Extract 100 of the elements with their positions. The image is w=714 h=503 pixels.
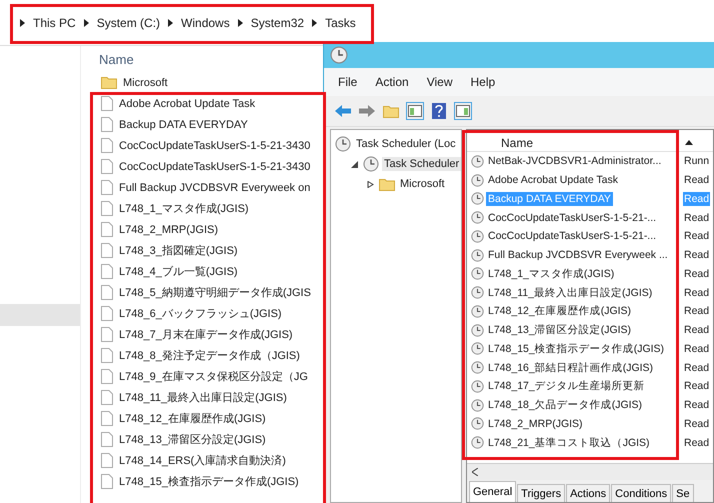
tab[interactable]: Actions xyxy=(566,484,610,502)
task-name[interactable]: L748_11_最終入出庫日設定(JGIS) xyxy=(486,284,654,301)
file-name[interactable]: L748_12_在庫履歴作成(JGIS) xyxy=(119,411,266,426)
task-name[interactable]: L748_18_欠品データ作成(JGIS) xyxy=(486,397,644,414)
clock-icon xyxy=(471,230,484,243)
action-pane-button[interactable] xyxy=(454,102,472,120)
task-status: Read xyxy=(683,323,710,338)
task-name[interactable]: L748_21_基準コスト取込（JGIS) xyxy=(486,434,652,451)
pane-icon xyxy=(408,105,422,117)
chevron-icon xyxy=(238,18,243,26)
file-name[interactable]: L748_7_月末在庫データ作成(JGIS) xyxy=(119,327,293,342)
file-icon xyxy=(101,474,113,489)
task-name[interactable]: CocCocUpdateTaskUserS-1-5-21-... xyxy=(486,210,658,225)
folder-name[interactable]: Microsoft xyxy=(123,76,168,88)
clock-icon xyxy=(471,342,484,356)
tab[interactable]: Conditions xyxy=(611,484,672,502)
show-pane-button[interactable] xyxy=(406,102,424,120)
task-name[interactable]: CocCocUpdateTaskUserS-1-5-21-... xyxy=(486,229,658,244)
clock-icon xyxy=(471,324,484,337)
chevron-icon xyxy=(20,18,25,26)
task-name[interactable]: Adobe Acrobat Update Task xyxy=(486,173,620,188)
file-name[interactable]: L748_2_MRP(JGIS) xyxy=(119,224,218,236)
file-name[interactable]: L748_4_ブル一覧(JGIS) xyxy=(119,264,238,279)
column-header[interactable]: Name xyxy=(501,136,534,150)
sort-arrow-icon xyxy=(685,140,694,145)
file-name[interactable]: Backup DATA EVERYDAY xyxy=(119,118,248,130)
file-name[interactable]: L748_9_在庫マスタ保税区分設定（JG xyxy=(119,369,308,384)
clock-icon xyxy=(471,267,484,280)
breadcrumb-item[interactable]: Windows xyxy=(181,16,230,30)
file-name[interactable]: L748_13_滞留区分設定(JGIS) xyxy=(119,432,266,447)
breadcrumb-item[interactable]: System32 xyxy=(250,16,304,30)
collapsed-arrow-icon[interactable] xyxy=(367,180,374,188)
file-name[interactable]: Adobe Acrobat Update Task xyxy=(119,98,256,110)
back-button[interactable] xyxy=(334,102,352,120)
task-name[interactable]: NetBak-JVCDBSVR1-Administrator... xyxy=(486,154,664,168)
clock-icon xyxy=(471,211,484,224)
file-icon xyxy=(101,285,113,300)
task-status: Read xyxy=(683,342,710,356)
file-name[interactable]: CocCocUpdateTaskUserS-1-5-21-3430 xyxy=(119,160,310,172)
task-status: Read xyxy=(683,398,710,412)
expanded-arrow-icon[interactable] xyxy=(351,160,358,168)
task-status: Read xyxy=(683,360,710,375)
breadcrumb-item[interactable]: This PC xyxy=(33,16,76,30)
folder-icon xyxy=(379,178,395,190)
chevron-icon xyxy=(168,18,174,26)
task-name[interactable]: L748_13_滞留区分設定(JGIS) xyxy=(486,322,634,338)
file-icon xyxy=(101,453,113,468)
chevron-icon xyxy=(84,18,89,26)
horizontal-scrollbar[interactable] xyxy=(467,463,713,480)
task-name[interactable]: L748_15_検査指示データ作成(JGIS) xyxy=(486,340,666,357)
task-name[interactable]: L748_1_マスタ作成(JGIS) xyxy=(486,266,616,282)
clock-icon xyxy=(471,304,484,318)
tab[interactable]: General xyxy=(469,481,516,502)
clock-icon xyxy=(471,361,484,374)
clock-icon xyxy=(471,398,484,412)
task-name[interactable]: L748_2_MRP(JGIS) xyxy=(486,416,585,431)
file-name[interactable]: L748_15_検査指示データ作成(JGIS) xyxy=(119,474,299,489)
task-status: Read xyxy=(683,173,710,188)
task-status: Read xyxy=(683,266,710,281)
file-name[interactable]: L748_5_納期遵守明細データ作成(JGIS xyxy=(119,285,311,300)
forward-button[interactable] xyxy=(358,102,376,120)
file-icon xyxy=(101,201,113,216)
task-status: Read xyxy=(683,286,710,300)
task-status: Read xyxy=(683,304,710,318)
tree-item[interactable]: Task Scheduler xyxy=(382,157,461,171)
task-status: Read xyxy=(683,192,710,206)
file-name[interactable]: CocCocUpdateTaskUserS-1-5-21-3430 xyxy=(119,140,310,152)
file-icon xyxy=(101,390,113,405)
task-name[interactable]: Full Backup JVCDBSVR Everyweek ... xyxy=(486,248,670,262)
task-name[interactable]: L748_17_デジタル生産場所更新 xyxy=(486,378,647,394)
file-name[interactable]: L748_1_マスタ作成(JGIS) xyxy=(119,201,249,216)
breadcrumb-item[interactable]: Tasks xyxy=(325,16,356,30)
clock-icon xyxy=(471,417,484,430)
task-status: Read xyxy=(683,210,710,225)
clock-icon xyxy=(335,136,351,152)
clock-icon xyxy=(471,192,484,206)
tab[interactable]: Triggers xyxy=(517,484,566,502)
menu-item[interactable]: Help xyxy=(470,75,496,89)
file-name[interactable]: Full Backup JVCDBSVR Everyweek on xyxy=(119,182,310,194)
task-name[interactable]: L748_16_部結日程計画作成(JGIS) xyxy=(486,360,656,376)
file-name[interactable]: L748_8_発注予定データ作成（JGIS) xyxy=(119,348,300,363)
file-icon xyxy=(101,348,113,363)
menu-item[interactable]: Action xyxy=(375,75,409,89)
file-name[interactable]: L748_14_ERS(入庫請求自動決済) xyxy=(119,453,286,468)
breadcrumb-item[interactable]: System (C:) xyxy=(96,16,160,30)
tree-item[interactable]: Task Scheduler (Loc xyxy=(354,137,458,151)
help-button[interactable] xyxy=(430,102,448,120)
file-name[interactable]: L748_3_指図確定(JGIS) xyxy=(119,243,238,258)
menu-item[interactable]: View xyxy=(426,75,452,89)
task-name[interactable]: L748_12_在庫履歴作成(JGIS) xyxy=(486,303,634,320)
menu-item[interactable]: File xyxy=(338,75,358,89)
file-name[interactable]: L748_6_バックフラッシュ(JGIS) xyxy=(119,306,282,321)
tree-item[interactable]: Microsoft xyxy=(398,177,447,191)
tab[interactable]: Se xyxy=(672,484,694,502)
file-name[interactable]: L748_11_最終入出庫日設定(JGIS) xyxy=(119,390,287,405)
clock-icon xyxy=(471,380,484,393)
column-header[interactable]: Name xyxy=(81,46,323,72)
back-arrow-icon xyxy=(335,105,351,117)
task-status: Read xyxy=(683,416,710,431)
file-icon xyxy=(101,243,113,258)
